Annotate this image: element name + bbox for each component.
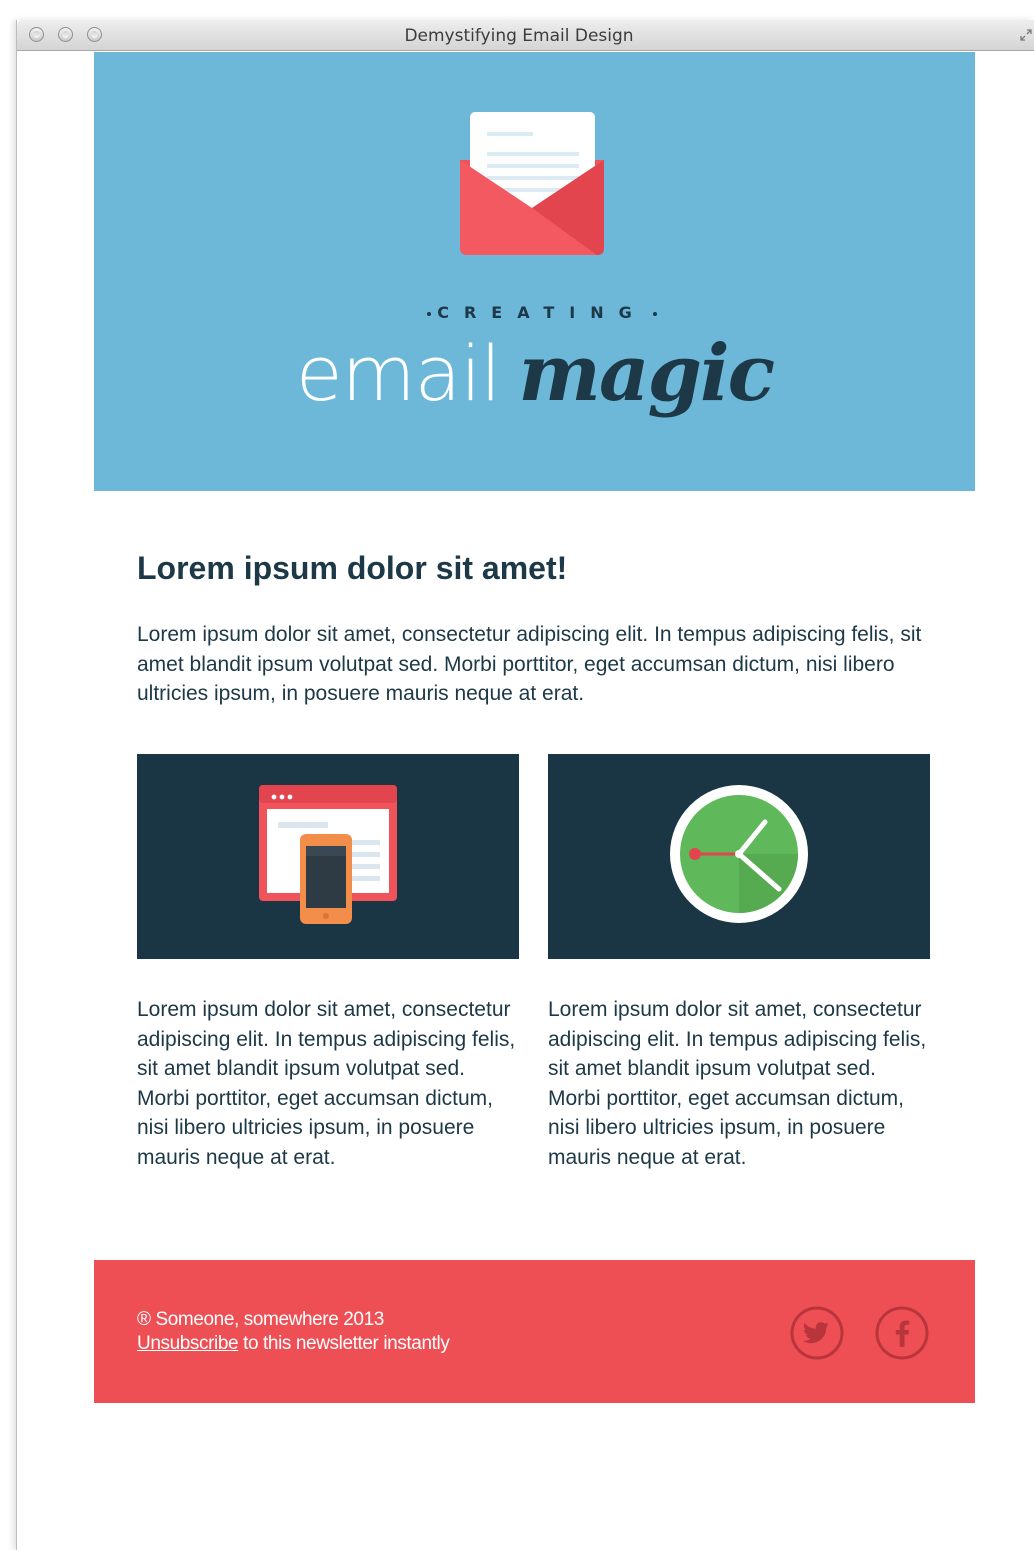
hero-eyebrow: CREATING [94, 303, 975, 322]
intro-paragraph: Lorem ipsum dolor sit amet, consectetur … [137, 623, 922, 705]
feature-tile-clock [548, 754, 930, 959]
fullscreen-icon[interactable] [1020, 29, 1032, 41]
footer-unsubscribe-line: Unsubscribe to this newsletter instantly [137, 1332, 450, 1356]
hero-banner: CREATING email magic [94, 52, 975, 491]
logo-word-email: email [295, 329, 502, 418]
title-bar[interactable]: Demystifying Email Design [17, 20, 1034, 51]
envelope-icon [460, 112, 604, 255]
window-title: Demystifying Email Design [404, 26, 634, 46]
unsubscribe-link[interactable]: Unsubscribe [137, 1333, 239, 1354]
feature-text-left: Lorem ipsum dolor sit amet, consectetur … [137, 998, 516, 1169]
clock-icon [670, 785, 808, 923]
hero-logo: email magic [94, 328, 975, 419]
footer-copyright: ® Someone, somewhere 2013 [137, 1309, 384, 1330]
logo-word-magic: magic [518, 328, 775, 419]
browser-window: Demystifying Email Design CREATING email… [16, 20, 1034, 1550]
email-headline: Lorem ipsum dolor sit amet! [137, 550, 568, 586]
email-footer: ® Someone, somewhere 2013 Unsubscribe to… [94, 1260, 975, 1403]
twitter-icon[interactable] [790, 1306, 844, 1360]
feature-text-right: Lorem ipsum dolor sit amet, consectetur … [548, 998, 927, 1169]
facebook-icon[interactable] [875, 1306, 929, 1360]
unsubscribe-text: to this newsletter instantly [238, 1333, 450, 1354]
feature-tile-devices [137, 754, 519, 959]
responsive-devices-icon [259, 785, 397, 924]
